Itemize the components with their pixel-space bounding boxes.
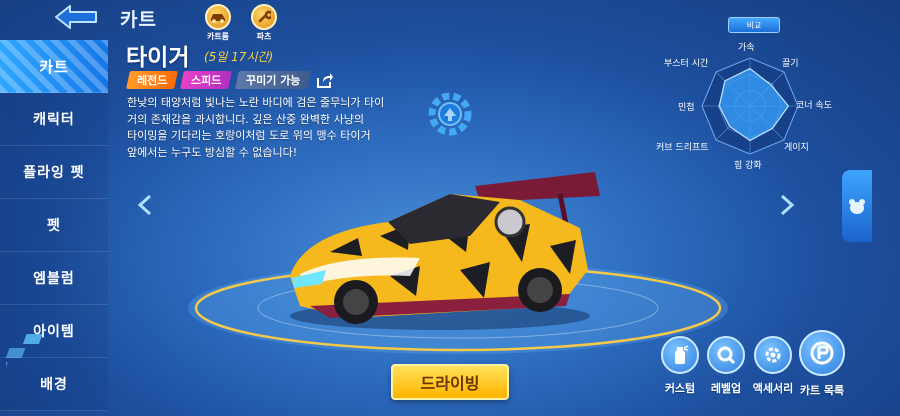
side-panel-tab[interactable]	[842, 170, 872, 242]
kart-time-left: (5일 17시간)	[204, 50, 274, 64]
kart-tags: 레전드 스피드 꾸미기 가능	[126, 71, 335, 89]
stats-radar: 가속 끌기 코너 속도 게이지 힘 강화 커브 드리프트 민첩 부스터 시간	[650, 36, 850, 176]
stat-label-drag: 끌기	[782, 59, 799, 69]
kart-name: 타이거	[126, 45, 190, 71]
sidebar: 카트 캐릭터 플라잉 펫 펫 엠블럼 아이템 배경	[0, 40, 108, 416]
stat-label-corner: 코너 속도	[796, 101, 832, 111]
sidebar-item-character[interactable]: 캐릭터	[0, 93, 108, 146]
drive-button[interactable]: 드라이빙	[391, 364, 509, 400]
page-title: 카트	[120, 9, 157, 31]
action-label: 레벨업	[710, 382, 742, 395]
kart-list-icon	[799, 330, 845, 376]
sidebar-item-emblem[interactable]: 엠블럼	[0, 252, 108, 305]
stat-label-accel: 가속	[738, 43, 755, 53]
magnifier-icon	[707, 336, 745, 374]
description-line: 한낮의 태양처럼 빛나는 노란 바디에 검은 줄무늬가 타이	[127, 96, 385, 109]
tab-label: 파츠	[256, 32, 272, 41]
sidebar-item-pet[interactable]: 펫	[0, 199, 108, 252]
action-label: 카트 목록	[799, 384, 845, 397]
back-arrow-icon	[55, 5, 97, 29]
action-label: 커스텀	[664, 382, 696, 395]
spray-icon	[661, 336, 699, 374]
custom-button[interactable]: 커스텀	[658, 336, 702, 396]
accessory-button[interactable]: 액세서리	[748, 336, 798, 396]
kart-type-emblem-icon	[428, 92, 472, 136]
stat-label-boost-time: 부스터 시간	[664, 59, 709, 69]
tag-speed: 스피드	[180, 71, 233, 89]
description-line: 타이밍을 기다리는 호랑이처럼 도로 위의 맹수 타이거	[127, 129, 371, 142]
bear-icon	[849, 199, 865, 214]
gear-icon	[754, 336, 792, 374]
kart-list-button[interactable]: 카트 목록	[794, 330, 850, 398]
share-icon	[317, 73, 334, 88]
sidebar-item-kart[interactable]: 카트	[0, 40, 108, 93]
decorative-tiles-icon	[6, 334, 43, 370]
levelup-button[interactable]: 레벨업	[704, 336, 748, 396]
action-label: 액세서리	[752, 382, 794, 395]
tag-customizable: 꾸미기 가능	[234, 71, 312, 89]
back-button[interactable]	[52, 4, 100, 30]
prev-kart-arrow-icon[interactable]	[134, 194, 156, 216]
tab-label: 카트룸	[206, 32, 230, 41]
next-kart-arrow-icon[interactable]	[776, 194, 798, 216]
stat-label-gauge: 게이지	[784, 143, 809, 153]
stat-label-agility: 민첩	[678, 103, 695, 113]
sidebar-item-flying-pet[interactable]: 플라잉 펫	[0, 146, 108, 199]
tag-legend: 레전드	[126, 71, 179, 89]
wrench-icon	[251, 4, 277, 30]
kart-model-image	[290, 172, 600, 330]
tab-parts[interactable]: 파츠	[244, 4, 284, 42]
compare-button[interactable]: 비교	[728, 17, 780, 33]
stat-label-curve-drift: 커브 드리프트	[656, 143, 709, 153]
kart-description: 한낮의 태양처럼 빛나는 노란 바디에 검은 줄무늬가 타이 거의 존재감을 과…	[127, 95, 427, 161]
car-icon	[205, 4, 231, 30]
description-line: 앞에서는 누구도 방심할 수 없습니다!	[127, 145, 298, 159]
description-line: 거의 존재감을 과시합니다. 깊은 산중 완벽한 사냥의	[127, 112, 364, 126]
tab-kartroom[interactable]: 카트룸	[198, 4, 238, 42]
stat-label-power: 힘 강화	[734, 161, 762, 171]
share-button[interactable]	[315, 71, 335, 89]
